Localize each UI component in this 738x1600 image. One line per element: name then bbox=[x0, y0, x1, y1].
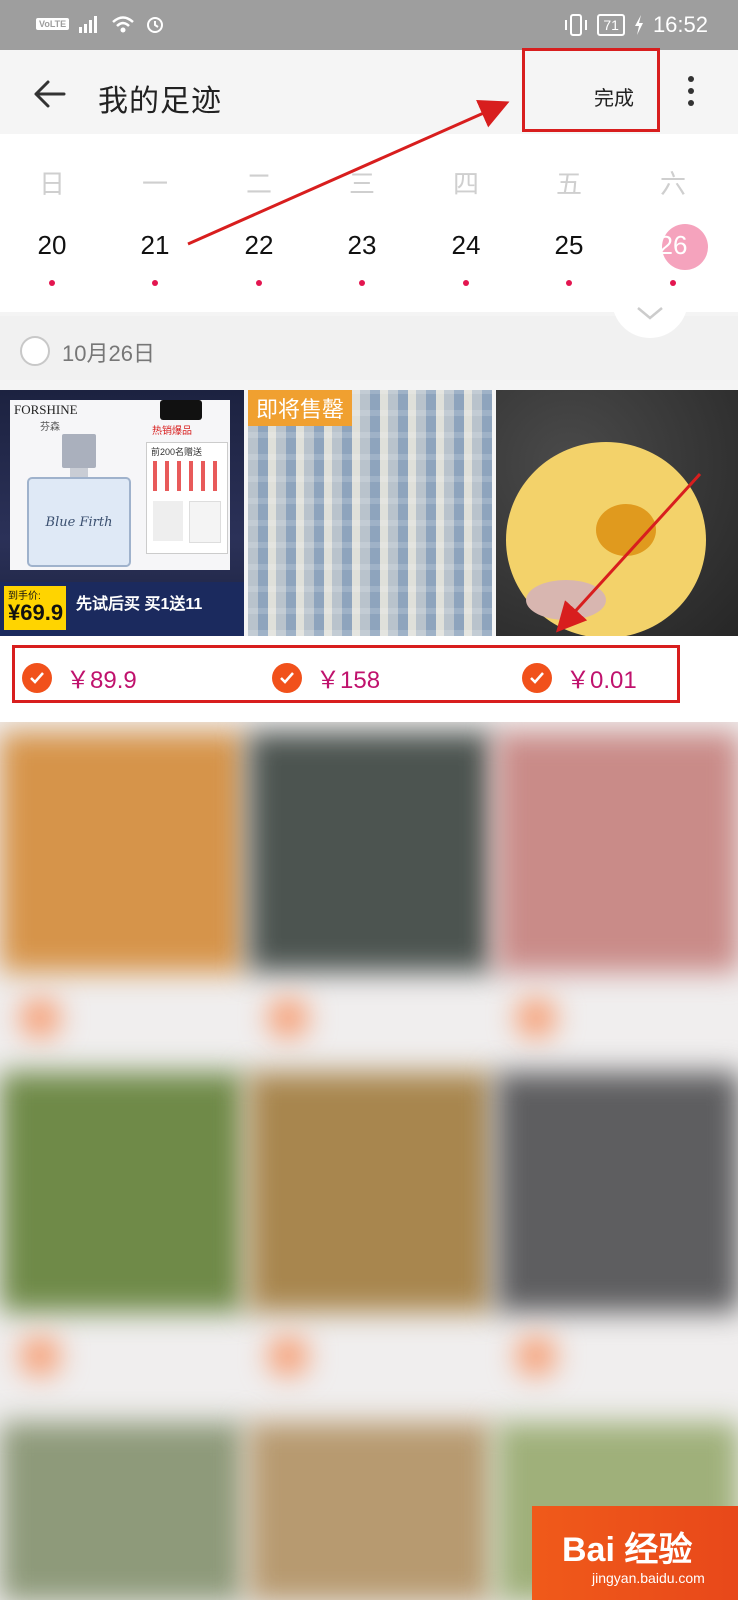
watermark-logo: Bai 经验 bbox=[562, 1531, 693, 1569]
blurred-check bbox=[20, 998, 60, 1038]
blurred-image bbox=[248, 732, 492, 972]
blurred-check bbox=[20, 1336, 60, 1376]
arrow-to-prices bbox=[555, 472, 702, 633]
blurred-image bbox=[496, 732, 738, 972]
blurred-image bbox=[0, 1422, 244, 1600]
annotation-arrows bbox=[187, 100, 702, 633]
blurred-image bbox=[248, 1072, 492, 1312]
watermark-url: jingyan.baidu.com bbox=[592, 1570, 705, 1586]
blurred-image bbox=[496, 1072, 738, 1312]
blurred-check bbox=[268, 1336, 308, 1376]
blurred-image bbox=[0, 732, 244, 972]
blurred-check bbox=[516, 1336, 556, 1376]
blurred-image bbox=[0, 1072, 244, 1312]
blurred-check bbox=[516, 998, 556, 1038]
blurred-image bbox=[248, 1422, 492, 1600]
arrow-to-done bbox=[187, 100, 510, 246]
blurred-check bbox=[268, 998, 308, 1038]
baidu-jingyan-watermark: Bai 经验 jingyan.baidu.com bbox=[532, 1506, 738, 1600]
blurred-product-grid bbox=[0, 722, 738, 1600]
